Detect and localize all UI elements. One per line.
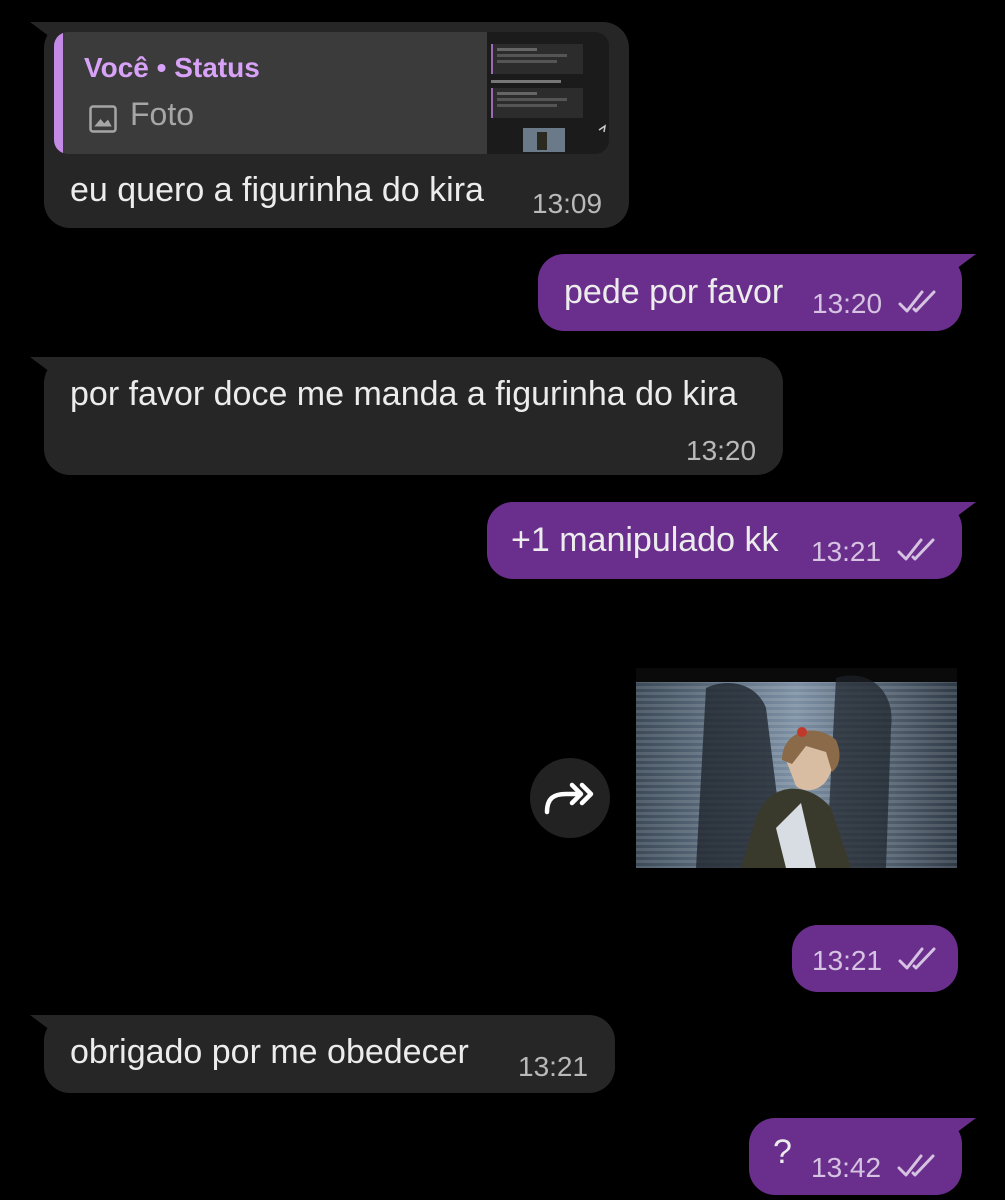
double-check-icon: [897, 538, 935, 561]
message-bubble-outgoing[interactable]: 13:21: [792, 925, 958, 992]
message-bubble-incoming[interactable]: obrigado por me obedecer 13:21: [30, 1015, 615, 1093]
message-time: 13:20: [812, 288, 883, 319]
message-text: pede por favor: [564, 273, 784, 311]
message-text: +1 manipulado kk: [511, 521, 779, 559]
image-icon: [89, 105, 117, 133]
double-check-icon: [898, 947, 936, 970]
message-text: obrigado por me obedecer: [70, 1033, 469, 1071]
sticker-illustration: [636, 668, 957, 868]
message-bubble-outgoing[interactable]: ? 13:42: [749, 1118, 976, 1195]
thumbnail-image: [487, 32, 609, 154]
quote-thumbnail: [487, 32, 609, 154]
message-bubble-incoming[interactable]: Você • Status Foto eu quero a figurinha …: [30, 22, 629, 228]
bubble-tail: [30, 357, 70, 387]
quoted-message[interactable]: Você • Status Foto: [54, 32, 609, 154]
message-time: 13:21: [518, 1051, 589, 1082]
bubble-tail: [30, 1015, 70, 1045]
forward-button[interactable]: [530, 758, 610, 838]
bubble-tail: [936, 1118, 976, 1148]
message-bubble-incoming[interactable]: por favor doce me manda a figurinha do k…: [30, 357, 783, 475]
double-check-icon: [897, 1154, 935, 1177]
bubble-tail: [936, 254, 976, 284]
message-time: 13:21: [811, 536, 882, 567]
message-time: 13:21: [812, 945, 883, 976]
forward-icon: [544, 782, 594, 815]
double-check-icon: [898, 290, 936, 313]
message-bubble-outgoing[interactable]: +1 manipulado kk 13:21: [487, 502, 976, 579]
message-text: por favor doce me manda a figurinha do k…: [70, 375, 738, 413]
message-text: ?: [773, 1133, 792, 1171]
quote-accent-bar: [54, 32, 63, 154]
message-time: 13:09: [532, 188, 603, 219]
message-time: 13:42: [811, 1152, 882, 1183]
message-time: 13:20: [686, 435, 757, 466]
message-text: eu quero a figurinha do kira: [70, 171, 484, 209]
sticker-image[interactable]: [636, 668, 957, 868]
message-bubble-outgoing[interactable]: pede por favor 13:20: [538, 254, 976, 331]
bubble-tail: [936, 502, 976, 532]
quote-label: Foto: [130, 96, 195, 132]
quote-author: Você • Status: [84, 52, 260, 83]
